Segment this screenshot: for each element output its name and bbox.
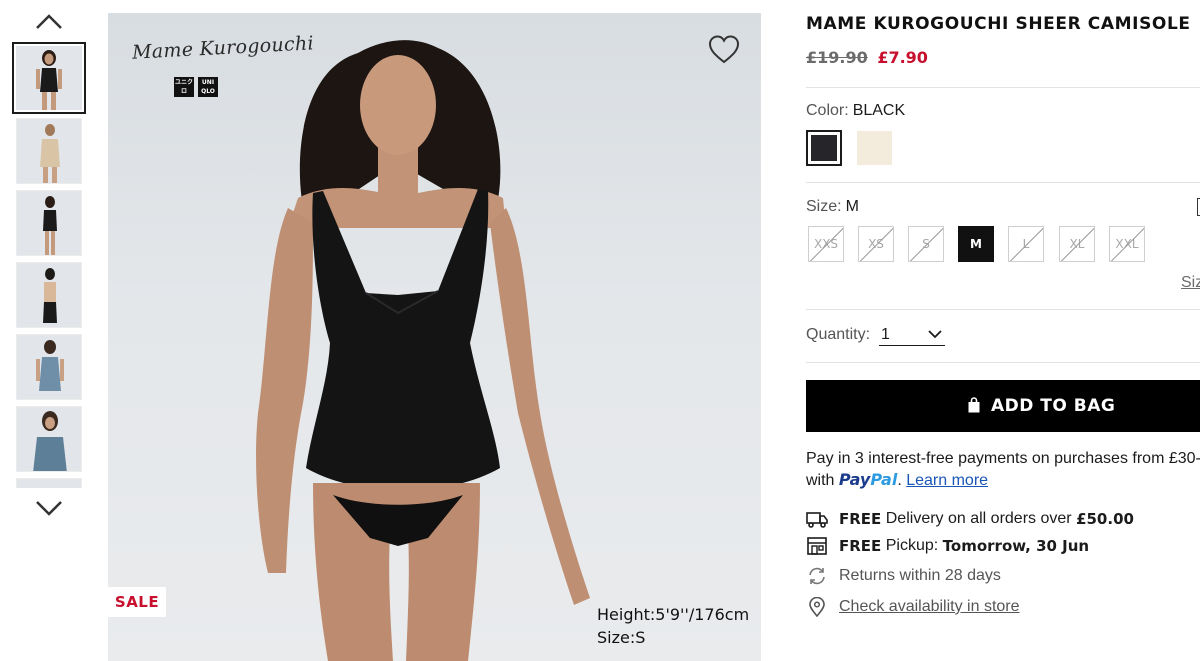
returns-text: Returns within 28 days [839, 567, 1001, 584]
paypal-line-2: with PayPal. Learn more [806, 470, 989, 489]
model-figure [256, 40, 590, 661]
price-block: £19.90 £7.90 [806, 48, 928, 67]
size-option-l[interactable]: L [1008, 226, 1044, 262]
uniqlo-logo: ユニクロ UNI QLO [174, 77, 218, 97]
returns-row: Returns within 28 days [806, 566, 1001, 586]
paypal-line-1: Pay in 3 interest-free payments on purch… [806, 450, 1200, 467]
model-height: Height:5'9''/176cm [597, 605, 750, 624]
learn-more-link[interactable]: Learn more [906, 472, 988, 489]
size-label: Size: [806, 198, 842, 215]
check-availability-link[interactable]: Check availability in store [839, 598, 1020, 616]
paypal-with: with [806, 472, 835, 489]
delivery-row: FREE Delivery on all orders over £50.00 [806, 509, 1134, 529]
sale-badge: SALE [108, 587, 166, 617]
shopping-bag-icon [968, 397, 980, 413]
quantity-select[interactable]: 1 [879, 326, 945, 346]
store-availability-row: Check availability in store [806, 597, 1020, 617]
thumbnail-rail [0, 0, 100, 661]
main-product-image[interactable]: Mame Kurogouchi ユニクロ UNI QLO SALE Height… [108, 13, 761, 661]
divider [806, 182, 1200, 183]
original-price: £19.90 [806, 48, 868, 67]
size-option-xs[interactable]: XS [858, 226, 894, 262]
chevron-up-icon[interactable] [31, 10, 67, 34]
thumbnail-5[interactable] [16, 334, 82, 400]
thumbnail-1[interactable] [12, 42, 86, 114]
divider [806, 309, 1200, 310]
free-delivery-label: FREE [839, 510, 882, 528]
heart-outline-icon[interactable] [707, 33, 741, 67]
uniqlo-logo-katakana: ユニクロ [174, 77, 194, 97]
pickup-date: Tomorrow, 30 Jun [942, 537, 1090, 555]
truck-icon [806, 512, 828, 528]
color-swatch-natural[interactable] [857, 131, 892, 165]
product-title: MAME KUROGOUCHI SHEER CAMISOLE [806, 14, 1191, 34]
size-guide-link[interactable]: Siz [1181, 274, 1200, 292]
size-option-m[interactable]: M [958, 226, 994, 262]
color-label-row: Color: BLACK [806, 102, 905, 120]
add-to-bag-label: ADD TO BAG [991, 396, 1116, 416]
size-option-xxl[interactable]: XXL [1109, 226, 1145, 262]
model-size: Size:S [597, 628, 646, 647]
thumbnail-2[interactable] [16, 118, 82, 184]
location-pin-icon [809, 597, 825, 617]
thumbnail-4[interactable] [16, 262, 82, 328]
thumbnail-7[interactable] [16, 478, 82, 488]
delivery-text: Delivery on all orders over [885, 510, 1072, 527]
return-arrows-icon [809, 567, 825, 585]
thumbnail-list [12, 42, 86, 488]
thumbnail-3[interactable] [16, 190, 82, 256]
thumbnail-6[interactable] [16, 406, 82, 472]
pickup-row: FREE Pickup: Tomorrow, 30 Jun [806, 536, 1089, 556]
uniqlo-logo-latin: UNI QLO [198, 77, 218, 97]
add-to-bag-button[interactable]: ADD TO BAG [806, 380, 1200, 432]
model-info: Height:5'9''/176cm Size:S [597, 603, 749, 649]
size-option-xl[interactable]: XL [1059, 226, 1095, 262]
chevron-down-icon [928, 330, 942, 339]
size-option-s[interactable]: S [908, 226, 944, 262]
color-swatch-black[interactable] [806, 130, 842, 166]
divider [806, 87, 1200, 88]
color-selected-value: BLACK [852, 102, 906, 119]
divider [806, 362, 1200, 363]
delivery-threshold: £50.00 [1076, 510, 1134, 528]
color-label: Color: [806, 102, 849, 119]
chevron-down-icon[interactable] [31, 496, 67, 520]
quantity-label: Quantity: [806, 326, 871, 343]
free-pickup-label: FREE [839, 537, 882, 555]
paypal-logo: PayPal [838, 470, 898, 489]
pickup-label: Pickup: [885, 537, 939, 554]
paypal-message: Pay in 3 interest-free payments on purch… [806, 448, 1200, 491]
quantity-value: 1 [881, 326, 890, 343]
size-option-xxs[interactable]: XXS [808, 226, 844, 262]
size-label-row: Size: M [806, 198, 859, 216]
product-details-panel: MAME KUROGOUCHI SHEER CAMISOLE £19.90 £7… [806, 0, 1200, 661]
store-icon [807, 537, 827, 555]
size-selected-value: M [845, 198, 859, 215]
sale-price: £7.90 [877, 48, 928, 67]
